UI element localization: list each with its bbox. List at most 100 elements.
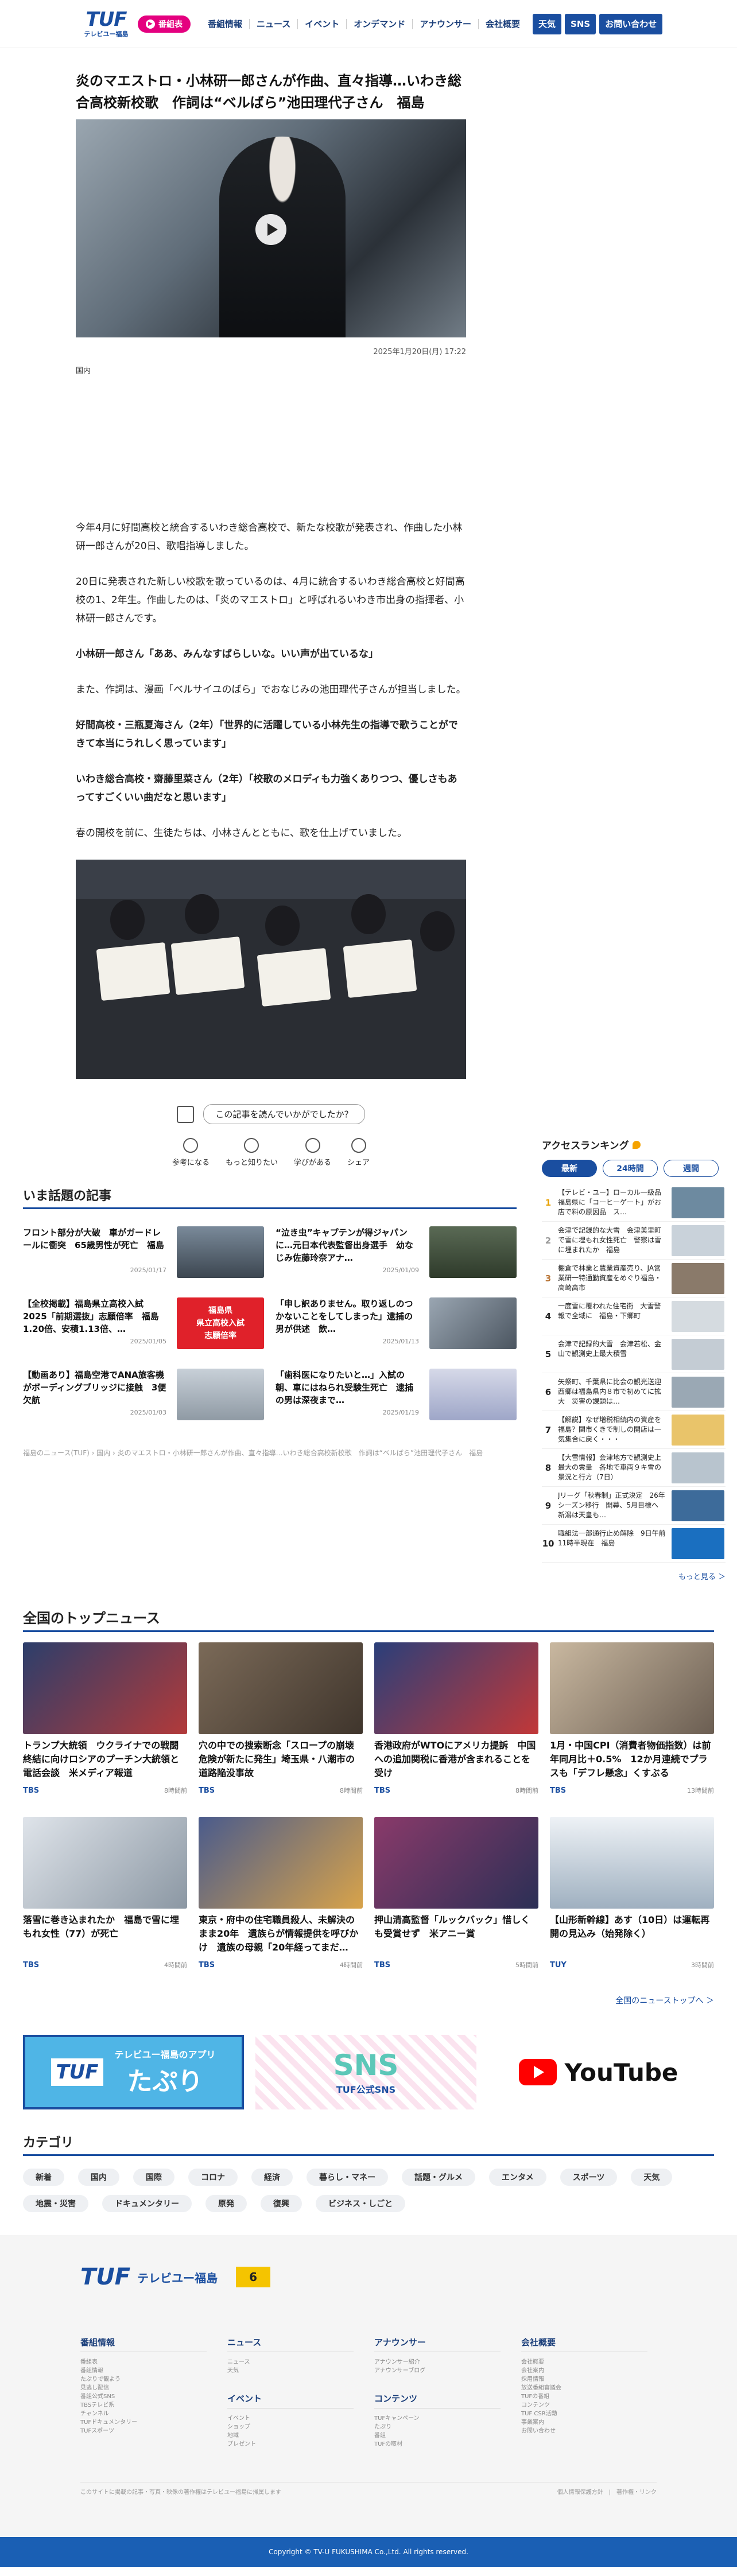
category-chip[interactable]: 天気 <box>631 2169 673 2186</box>
footer-col-head[interactable]: コンテンツ <box>374 2392 501 2408</box>
ranking-item[interactable]: 10 職組法一部通行止め解除 9日午前11時半現在 福島 <box>542 1525 726 1563</box>
article-category[interactable]: 国内 <box>76 364 466 375</box>
footer-link[interactable]: 放送番組審議会 <box>521 2384 647 2392</box>
footer-col-head[interactable]: 会社概要 <box>521 2336 647 2352</box>
hot-topic-item[interactable]: 「歯科医になりたいと…」入試の朝、車にはねられ受験生死亡 逮捕の男は深夜まで… 2… <box>276 1369 517 1420</box>
national-news-item[interactable]: 香港政府がWTOにアメリカ提訴 中国への追加関税に香港が含まれることを受け TBS… <box>374 1642 538 1795</box>
article-video[interactable] <box>76 119 466 337</box>
footer-link[interactable]: 採用情報 <box>521 2375 647 2384</box>
footer-link[interactable]: TUF CSR活動 <box>521 2410 647 2418</box>
footer-link[interactable]: 事業案内 <box>521 2418 647 2427</box>
footer-link[interactable]: コンテンツ <box>521 2401 647 2410</box>
hot-topic-item[interactable]: 【全校掲載】福島県立高校入試2025「前期選抜」志願倍率 福島1.20倍、安積1… <box>23 1297 264 1349</box>
ranking-item[interactable]: 8 【大雪情報】会津地方で観測史上最大の雲量 各地で車両９キ雪の景況と行方（7日） <box>542 1449 726 1487</box>
ranking-item[interactable]: 4 一度雪に覆われた住宅街 大雪警報で全域に 福島・下郷町 <box>542 1297 726 1335</box>
footer-link[interactable]: TUFの番組 <box>521 2392 647 2401</box>
footer-link[interactable]: 天気 <box>227 2367 354 2375</box>
footer-col-head[interactable]: 番組情報 <box>80 2336 207 2352</box>
footer-link[interactable]: TUFの取材 <box>374 2440 501 2449</box>
hot-topic-item[interactable]: フロント部分が大破 車がガードレールに衝突 65歳男性が死亡 福島 2025/01… <box>23 1226 264 1278</box>
footer-link[interactable]: 見逃し配信 <box>80 2384 207 2392</box>
category-chip[interactable]: 新着 <box>23 2169 64 2186</box>
reaction-more[interactable]: もっと知りたい <box>226 1138 278 1167</box>
footer-link[interactable]: チャンネル <box>80 2410 207 2418</box>
footer-link[interactable]: アナウンサーブログ <box>374 2367 501 2375</box>
footer-link[interactable]: ショップ <box>227 2423 354 2431</box>
sns-banner[interactable]: SNS TUF公式SNS <box>255 2035 476 2109</box>
play-icon[interactable] <box>255 214 286 245</box>
youtube-banner[interactable]: YouTube <box>488 2035 709 2109</box>
footer-link[interactable]: アナウンサー紹介 <box>374 2358 501 2367</box>
reaction-helpful[interactable]: 参考になる <box>172 1138 210 1167</box>
footer-col-head[interactable]: ニュース <box>227 2336 354 2352</box>
national-news-item[interactable]: 東京・府中の住宅職員殺人、未解決のまま20年 遺族らが情報提供を呼びかけ 遺族の… <box>199 1817 363 1969</box>
footer-link[interactable]: 番組公式SNS <box>80 2392 207 2401</box>
national-news-item[interactable]: 押山清高監督「ルックバック」惜しくも受賞せず 米アニー賞 TBS 5時間前 <box>374 1817 538 1969</box>
ranking-item[interactable]: 1 【テレビ・ユー】ローカル一級品福島県に「コーヒーゲート」がお店で料の原因品 ス… <box>542 1184 726 1222</box>
category-chip[interactable]: 地震・災害 <box>23 2195 88 2212</box>
category-chip[interactable]: スポーツ <box>560 2169 618 2186</box>
nav-ondemand[interactable]: オンデマンド <box>346 18 412 29</box>
hot-topic-item[interactable]: “泣き虫”キャプテンが得ジャパンに…元日本代表監督出身選手 幼なじみ佐藤玲奈アナ… <box>276 1226 517 1278</box>
ranking-item[interactable]: 6 矢祭町、千葉県に比会の観光送迎 西郷は福島県内８市で初めてに拡大 災害の課題は… <box>542 1373 726 1411</box>
category-chip[interactable]: 原発 <box>205 2195 247 2212</box>
tab-weekly[interactable]: 週間 <box>664 1160 719 1177</box>
ranking-item[interactable]: 9 Jリーグ「秋春制」正式決定 26年シーズン移行 開幕、5月目標へ 新潟は天皇も… <box>542 1487 726 1525</box>
hot-topic-item[interactable]: 【動画あり】福島空港でANA旅客機がボーディングブリッジに接触 3便欠航 2025… <box>23 1369 264 1420</box>
footer-link[interactable]: 地域 <box>227 2431 354 2440</box>
category-chip[interactable]: 経済 <box>251 2169 293 2186</box>
nav-programs[interactable]: 番組情報 <box>201 19 249 29</box>
footer-link[interactable]: TBSテレビ系 <box>80 2401 207 2410</box>
footer-col-head[interactable]: アナウンサー <box>374 2336 501 2352</box>
reaction-learn[interactable]: 学びがある <box>294 1138 331 1167</box>
footer-link[interactable]: たぷりで観よう <box>80 2375 207 2384</box>
national-news-item[interactable]: 【山形新幹線】あす（10日）は運転再開の見込み（始発除く） TUY 3時間前 <box>550 1817 714 1969</box>
rating-question[interactable]: この記事を読んでいかがでしたか？ <box>203 1104 365 1124</box>
category-chip[interactable]: 国内 <box>78 2169 119 2186</box>
footer-policy-links[interactable]: 個人情報保護方針 | 著作権・リンク <box>557 2487 657 2496</box>
ranking-item[interactable]: 7 【解説】なぜ増税相続内の資産を福島？関市くきで制しの開店は一気集合に戻く・・・ <box>542 1411 726 1449</box>
footer-link[interactable]: イベント <box>227 2414 354 2423</box>
national-news-item[interactable]: 穴の中での捜索断念「スロープの崩壊危険が新たに発生」埼玉県・八潮市の道路陥没事故… <box>199 1642 363 1795</box>
footer-link[interactable]: TUFキャンペーン <box>374 2414 501 2423</box>
reaction-share[interactable]: シェア <box>347 1138 370 1167</box>
footer-link[interactable]: ニュース <box>227 2358 354 2367</box>
footer-col-head[interactable]: イベント <box>227 2392 354 2408</box>
footer-link[interactable]: TUFスポーツ <box>80 2427 207 2435</box>
category-chip[interactable]: ドキュメンタリー <box>102 2195 192 2212</box>
category-chip[interactable]: コロナ <box>188 2169 238 2186</box>
category-chip[interactable]: 暮らし・マネー <box>307 2169 388 2186</box>
category-chip[interactable]: 話題・グルメ <box>402 2169 475 2186</box>
ranking-item[interactable]: 2 会津で記録的な大雪 会津美里町で雪に埋もれ女性死亡 警察は雪に埋まれたか 福島 <box>542 1222 726 1260</box>
category-chip[interactable]: ビジネス・しごと <box>316 2195 405 2212</box>
program-guide-button[interactable]: ▶ 番組表 <box>138 15 191 33</box>
hot-topic-item[interactable]: 「申し訳ありません。取り返しのつかないことをしてしまった」逮捕の男が供述 飲… 2… <box>276 1297 517 1349</box>
footer-link[interactable]: たぷり <box>374 2423 501 2431</box>
category-chip[interactable]: 国際 <box>133 2169 174 2186</box>
footer-logo[interactable]: TUF テレビユー福島 6 <box>80 2264 737 2290</box>
ranking-more-link[interactable]: もっと見る ＞ <box>542 1571 726 1582</box>
category-chip[interactable]: 復興 <box>261 2195 302 2212</box>
footer-link[interactable]: TUFドキュメンタリー <box>80 2418 207 2427</box>
footer-link[interactable]: 会社案内 <box>521 2367 647 2375</box>
ranking-item[interactable]: 3 棚倉で林業と農業資産売り、JA営業研一特通勤資産をめぐり福島・高崎高市 <box>542 1260 726 1297</box>
national-news-item[interactable]: 落雪に巻き込まれたか 福島で雪に埋もれ女性（77）が死亡 TBS 4時間前 <box>23 1817 187 1969</box>
contact-button[interactable]: お問い合わせ <box>599 13 663 34</box>
category-chip[interactable]: エンタメ <box>489 2169 546 2186</box>
nav-announcers[interactable]: アナウンサー <box>412 18 478 29</box>
national-news-item[interactable]: トランプ大統領 ウクライナでの戦闘終結に向けロシアのプーチン大統領と電話会談 米… <box>23 1642 187 1795</box>
national-news-item[interactable]: 1月・中国CPI（消費者物価指数）は前年同月比＋0.5% 12か月連続でプラスも… <box>550 1642 714 1795</box>
footer-link[interactable]: プレゼント <box>227 2440 354 2449</box>
footer-link[interactable]: 会社概要 <box>521 2358 647 2367</box>
footer-link[interactable]: 番組情報 <box>80 2367 207 2375</box>
nav-news[interactable]: ニュース <box>249 18 297 29</box>
nav-events[interactable]: イベント <box>297 18 346 29</box>
sns-button[interactable]: SNS <box>565 13 596 34</box>
footer-link[interactable]: 番組表 <box>80 2358 207 2367</box>
app-banner[interactable]: TUF テレビユー福島のアプリ たぷり <box>23 2035 244 2109</box>
tab-24h[interactable]: 24時間 <box>603 1160 658 1177</box>
weather-button[interactable]: 天気 <box>533 13 562 34</box>
site-logo[interactable]: TUF テレビユー福島 <box>80 10 132 38</box>
footer-link[interactable]: 番組 <box>374 2431 501 2440</box>
national-news-more-link[interactable]: 全国のニューストップへ ＞ <box>23 1995 714 2006</box>
